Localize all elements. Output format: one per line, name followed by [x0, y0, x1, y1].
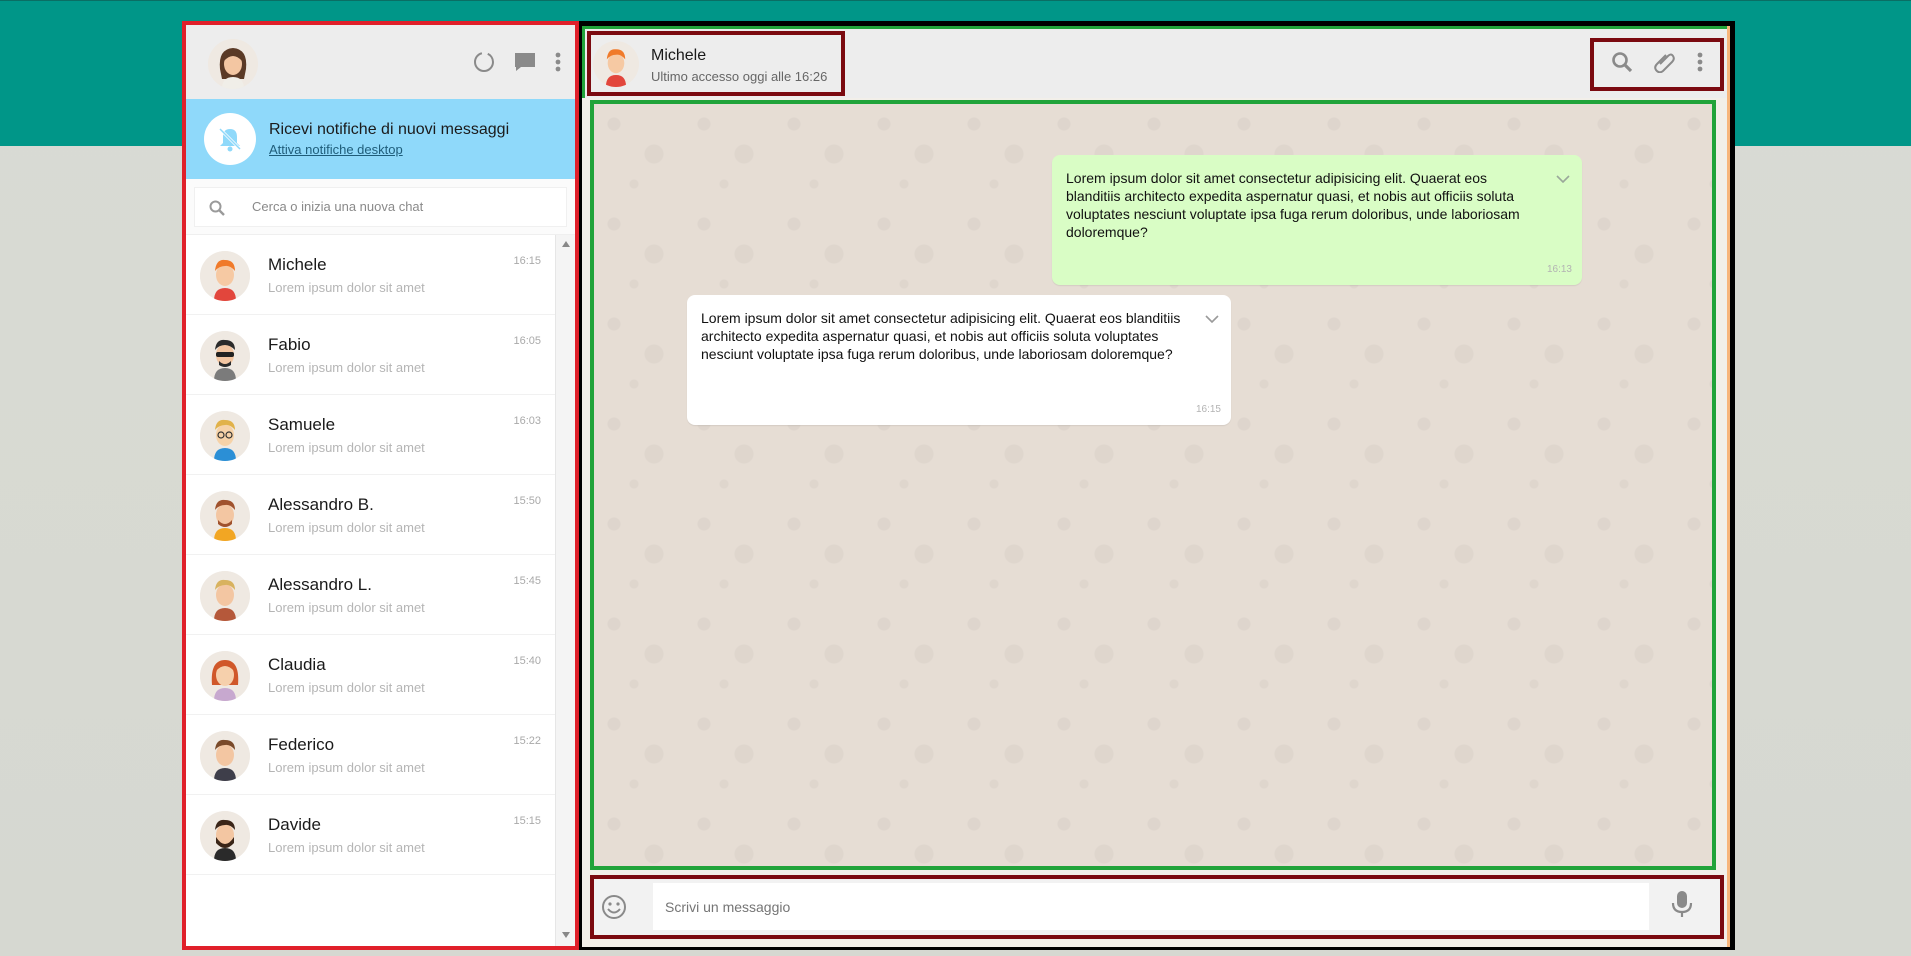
chat-preview: Lorem ipsum dolor sit amet: [268, 440, 425, 455]
menu-icon[interactable]: [555, 51, 561, 78]
chat-preview: Lorem ipsum dolor sit amet: [268, 360, 425, 375]
emoji-icon[interactable]: [596, 889, 632, 930]
chat-name: Alessandro B.: [268, 495, 374, 514]
scroll-down-arrow[interactable]: [562, 932, 570, 938]
chat-time: 15:22: [513, 735, 541, 747]
chat-preview: Lorem ipsum dolor sit amet: [268, 680, 425, 695]
conversation-panel: Michele Ultimo accesso oggi alle 16:26 L…: [582, 26, 1730, 947]
chat-time: 16:05: [513, 335, 541, 347]
chat-preview: Lorem ipsum dolor sit amet: [268, 760, 425, 775]
chat-name: Michele: [268, 255, 327, 274]
chat-item-alessandro-b[interactable]: Alessandro B. Lorem ipsum dolor sit amet…: [186, 475, 555, 555]
avatar: [200, 651, 250, 701]
avatar: [200, 731, 250, 781]
chevron-down-icon[interactable]: [1556, 169, 1570, 187]
message-received[interactable]: Lorem ipsum dolor sit amet consectetur a…: [687, 295, 1231, 425]
chat-time: 15:40: [513, 655, 541, 667]
scroll-up-arrow[interactable]: [562, 241, 570, 247]
chat-name: Alessandro L.: [268, 575, 372, 594]
chat-name: Fabio: [268, 335, 311, 354]
message-text: Lorem ipsum dolor sit amet consectetur a…: [1066, 170, 1520, 240]
avatar: [200, 491, 250, 541]
chat-item-michele[interactable]: Michele Lorem ipsum dolor sit amet 16:15: [186, 235, 555, 315]
search-input[interactable]: Cerca o inizia una nuova chat: [194, 187, 567, 227]
chat-name: Samuele: [268, 415, 336, 434]
chat-item-fabio[interactable]: Fabio Lorem ipsum dolor sit amet 16:05: [186, 315, 555, 395]
search-icon[interactable]: [1611, 51, 1633, 78]
chat-name: Federico: [268, 735, 335, 754]
contact-avatar: [593, 41, 639, 87]
chat-time: 15:15: [513, 815, 541, 827]
chat-time: 16:15: [513, 255, 541, 267]
menu-icon[interactable]: [1697, 51, 1703, 78]
message-time: 16:15: [1195, 404, 1221, 415]
chat-item-claudia[interactable]: Claudia Lorem ipsum dolor sit amet 15:40: [186, 635, 555, 715]
attach-icon[interactable]: [1654, 51, 1676, 78]
chat-item-alessandro-l[interactable]: Alessandro L. Lorem ipsum dolor sit amet…: [186, 555, 555, 635]
avatar: [200, 251, 250, 301]
bell-off-icon: [204, 113, 256, 165]
chevron-down-icon[interactable]: [1205, 309, 1219, 327]
last-seen: Ultimo accesso oggi alle 16:26: [651, 69, 828, 84]
status-icon[interactable]: [473, 51, 495, 78]
message-composer: [590, 875, 1724, 939]
conversation-header: Michele Ultimo accesso oggi alle 16:26: [582, 26, 1730, 98]
sidebar-header: [186, 25, 575, 99]
chat-name: Claudia: [268, 655, 326, 674]
conversation-actions: [1590, 38, 1724, 91]
chat-preview: Lorem ipsum dolor sit amet: [268, 840, 425, 855]
chat-preview: Lorem ipsum dolor sit amet: [268, 280, 425, 295]
avatar: [200, 331, 250, 381]
avatar: [200, 411, 250, 461]
chat-time: 16:03: [513, 415, 541, 427]
chat-preview: Lorem ipsum dolor sit amet: [268, 520, 425, 535]
chat-time: 15:45: [513, 575, 541, 587]
chat-item-federico[interactable]: Federico Lorem ipsum dolor sit amet 15:2…: [186, 715, 555, 795]
message-time: 16:13: [1546, 264, 1572, 275]
new-chat-icon[interactable]: [513, 51, 537, 78]
chat-preview: Lorem ipsum dolor sit amet: [268, 600, 425, 615]
message-text: Lorem ipsum dolor sit amet consectetur a…: [701, 310, 1181, 362]
chat-item-davide[interactable]: Davide Lorem ipsum dolor sit amet 15:15: [186, 795, 555, 875]
message-area[interactable]: Lorem ipsum dolor sit amet consectetur a…: [590, 100, 1716, 870]
chat-item-samuele[interactable]: Samuele Lorem ipsum dolor sit amet 16:03: [186, 395, 555, 475]
panel-edge: [1727, 26, 1730, 947]
mic-icon[interactable]: [1670, 889, 1694, 924]
search-placeholder: Cerca o inizia una nuova chat: [252, 199, 424, 214]
notification-banner[interactable]: Ricevi notifiche di nuovi messaggi Attiv…: [186, 99, 575, 179]
search-icon: [209, 200, 225, 221]
chat-time: 15:50: [513, 495, 541, 507]
chat-name: Davide: [268, 815, 321, 834]
sidebar: Ricevi notifiche di nuovi messaggi Attiv…: [182, 21, 579, 950]
notification-title: Ricevi notifiche di nuovi messaggi: [269, 121, 510, 138]
chat-list-scrollbar[interactable]: [555, 235, 575, 946]
avatar: [200, 811, 250, 861]
chat-list: Michele Lorem ipsum dolor sit amet 16:15…: [186, 235, 555, 946]
contact-info[interactable]: Michele Ultimo accesso oggi alle 16:26: [587, 31, 845, 96]
search-bar: Cerca o inizia una nuova chat: [186, 179, 575, 235]
user-avatar[interactable]: [208, 39, 258, 89]
enable-notifications-link[interactable]: Attiva notifiche desktop: [269, 142, 403, 157]
message-sent[interactable]: Lorem ipsum dolor sit amet consectetur a…: [1052, 155, 1582, 285]
message-input[interactable]: [653, 883, 1649, 930]
contact-name: Michele: [651, 47, 707, 64]
avatar: [200, 571, 250, 621]
